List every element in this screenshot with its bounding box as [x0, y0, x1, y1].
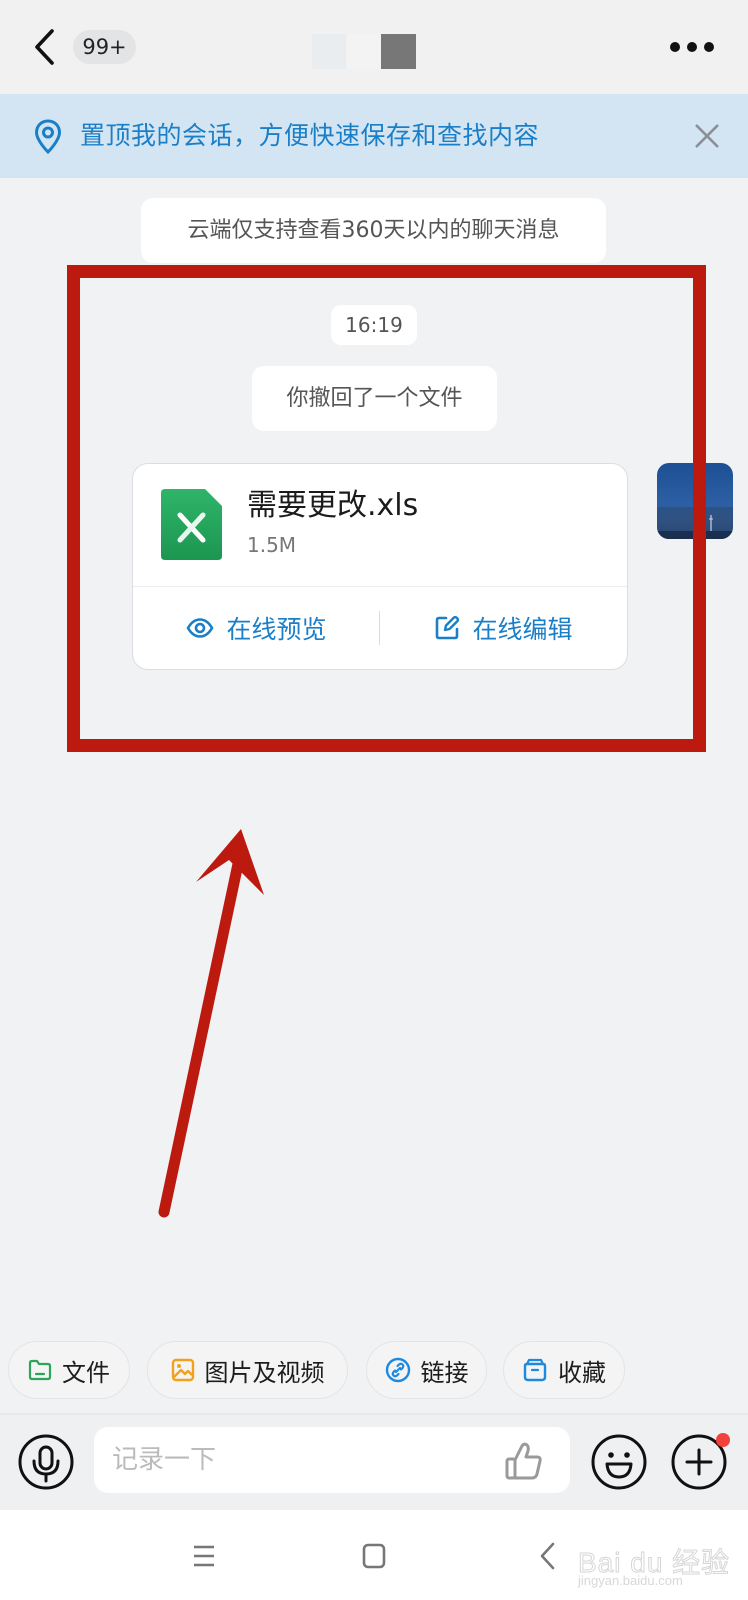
message-input[interactable]: [112, 1427, 492, 1493]
recent-apps-button[interactable]: [184, 1538, 224, 1574]
chip-images-videos[interactable]: 图片及视频: [147, 1341, 348, 1399]
link-icon: [385, 1357, 410, 1383]
voice-input-button[interactable]: [18, 1434, 74, 1490]
menu-icon: [194, 1545, 214, 1567]
chevron-left-icon: [540, 1542, 555, 1570]
message-input-wrapper[interactable]: [94, 1427, 570, 1493]
title-redaction-white: [347, 34, 381, 69]
chip-files-label: 文件: [62, 1358, 110, 1387]
thumbs-up-icon: [505, 1442, 542, 1480]
chip-favorites-label: 收藏: [558, 1358, 606, 1387]
chip-links[interactable]: 链接: [366, 1341, 487, 1399]
quick-like-button[interactable]: [504, 1441, 544, 1481]
chat-title-redacted: [381, 34, 416, 69]
unread-count-badge: 99+: [73, 30, 136, 64]
folder-icon: [28, 1359, 52, 1381]
favorites-box-icon: [523, 1358, 547, 1382]
dot-icon: [704, 42, 714, 52]
square-home-icon: [362, 1543, 386, 1569]
close-icon: [695, 124, 719, 148]
chip-images-videos-label: 图片及视频: [204, 1358, 325, 1387]
microphone-icon: [18, 1434, 74, 1490]
dot-icon: [687, 42, 697, 52]
chip-files[interactable]: 文件: [8, 1341, 130, 1399]
history-limit-notice: 云端仅支持查看360天以内的聊天消息: [141, 198, 606, 263]
highlight-box-annotation: [67, 265, 706, 752]
home-button[interactable]: [354, 1538, 394, 1574]
chip-links-label: 链接: [420, 1358, 469, 1387]
chip-favorites[interactable]: 收藏: [503, 1341, 625, 1399]
smiley-icon: [591, 1434, 647, 1490]
back-button[interactable]: [28, 26, 62, 68]
image-icon: [171, 1358, 194, 1382]
chevron-left-icon: [35, 29, 54, 65]
arrow-shaft: [158, 858, 244, 1218]
close-banner-button[interactable]: [690, 119, 724, 153]
notification-dot: [716, 1433, 730, 1447]
more-options-button[interactable]: [664, 34, 720, 60]
watermark-url: jingyan.baidu.com: [578, 1573, 683, 1588]
location-pin-icon: [33, 118, 63, 156]
pin-banner-text: 置顶我的会话，方便快速保存和查找内容: [80, 121, 540, 150]
emoji-button[interactable]: [591, 1434, 647, 1490]
arrow-head: [196, 829, 264, 895]
title-redaction-light: [312, 34, 346, 69]
dot-icon: [670, 42, 680, 52]
system-back-button[interactable]: [528, 1538, 568, 1574]
